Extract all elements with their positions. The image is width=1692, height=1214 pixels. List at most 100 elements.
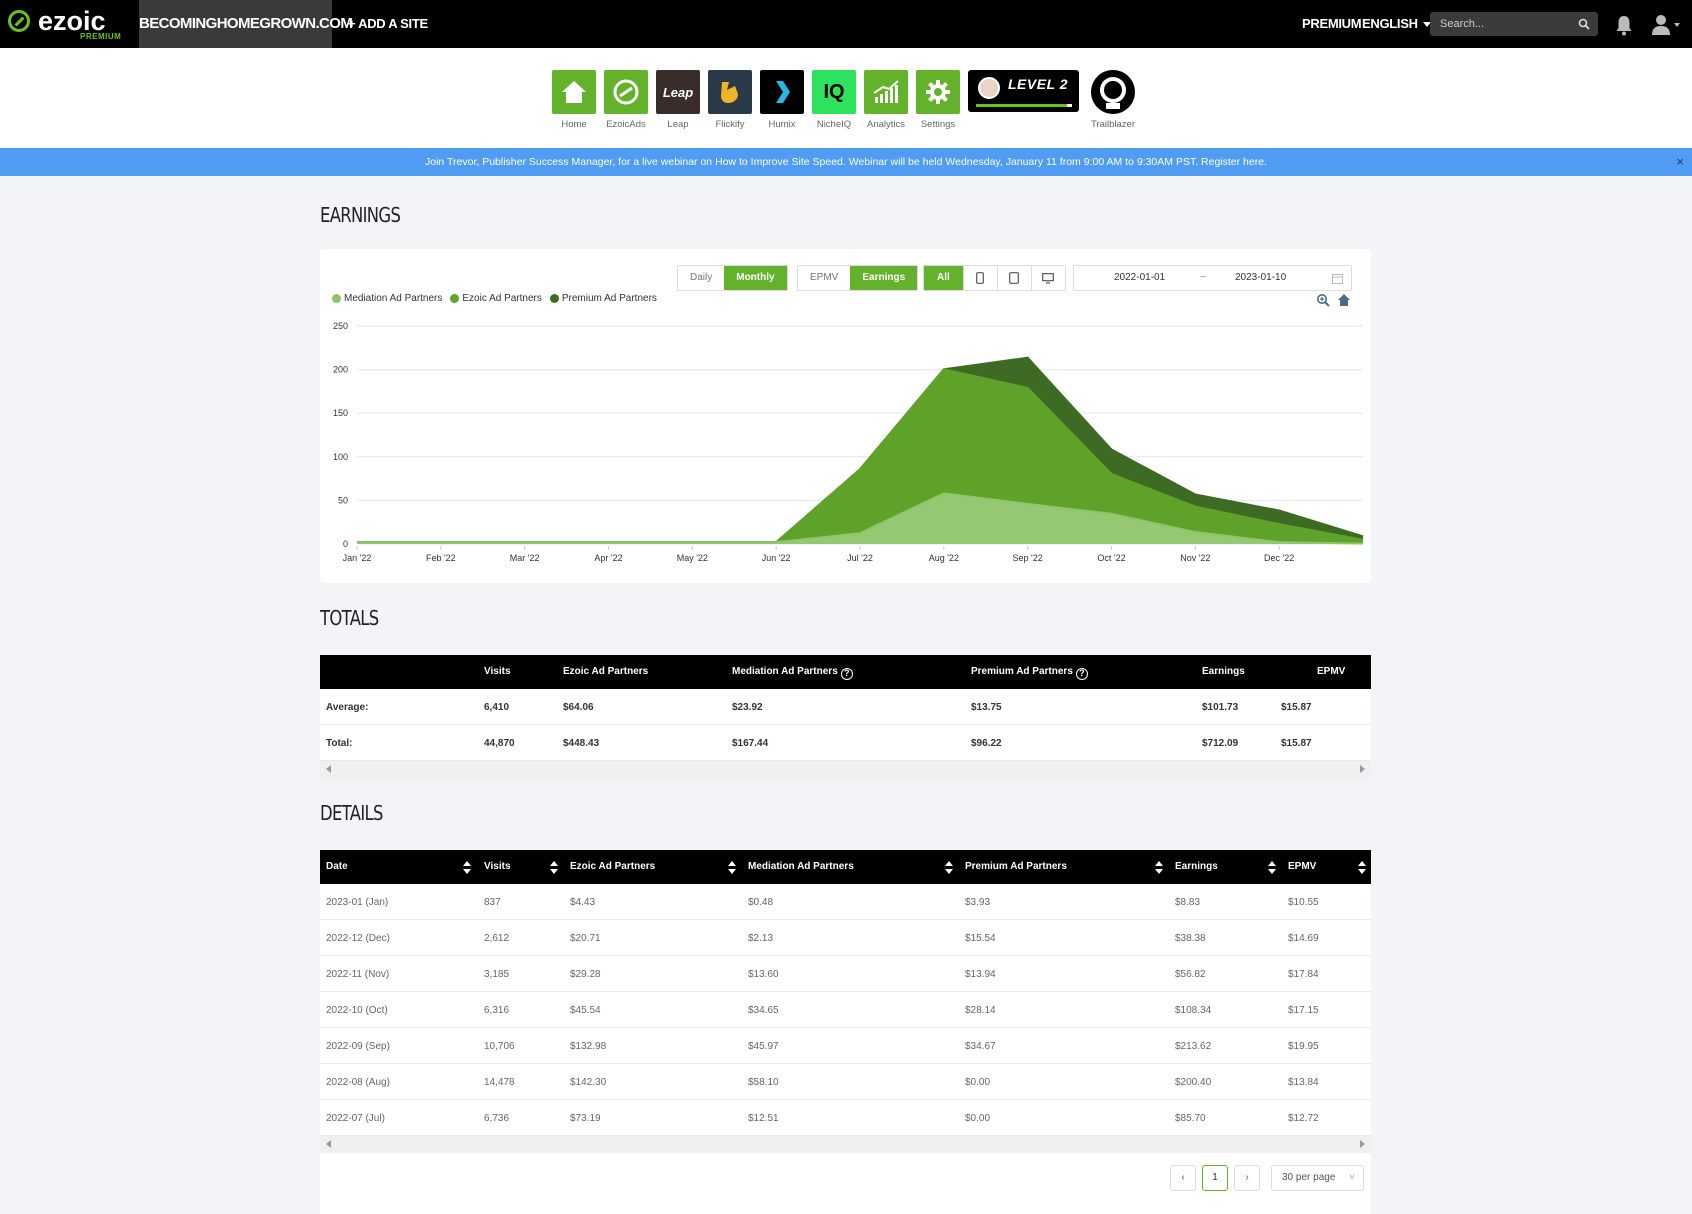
column-header: Mediation Ad Partners? [732,666,853,680]
table-cell: 6,410 [484,702,510,713]
app-settings[interactable]: Settings [915,70,961,130]
app-label: Trailblazer [1091,119,1135,130]
details-header-row: Date Visits Ezoic Ad Partners Mediation Ad … [320,850,1371,884]
per-page-label: 30 per page [1282,1172,1336,1183]
app-analytics[interactable]: Analytics [863,70,909,130]
app-nicheiq[interactable]: IQ NicheIQ [811,70,857,130]
table-cell: 2,612 [484,933,510,944]
horizontal-scrollbar[interactable] [320,761,1371,779]
column-header[interactable]: Premium Ad Partners [965,861,1067,872]
language-dropdown[interactable]: ENGLISH [1362,0,1431,48]
table-cell: $17.84 [1288,969,1319,980]
column-header[interactable]: Visits [484,861,511,872]
app-leap[interactable]: Leap Leap [655,70,701,130]
y-tick-label: 200 [333,365,348,375]
app-humix[interactable]: Humix [759,70,805,130]
sort-icon[interactable] [463,861,471,875]
ezoic-logo-icon [8,10,30,32]
scroll-right-icon[interactable] [1360,1140,1365,1148]
help-icon[interactable]: ? [840,668,853,680]
table-row: 2022-12 (Dec) 2,612 $20.71 $2.13 $15.54 $38.3… [320,920,1371,956]
column-header[interactable]: Ezoic Ad Partners [570,861,655,872]
table-cell: $14.69 [1288,933,1319,944]
table-cell: $3.93 [965,897,991,908]
level-text: LEVEL 2 [1008,76,1069,92]
y-tick-label: 100 [333,452,348,462]
x-tick-label: Nov '22 [1180,553,1210,563]
scroll-left-icon[interactable] [326,1140,331,1148]
table-row: 2022-09 (Sep) 10,706 $132.98 $45.97 $34.67 $2… [320,1028,1371,1064]
user-icon[interactable] [1651,14,1681,36]
column-header[interactable]: Earnings [1175,861,1218,872]
app-home[interactable]: Home [551,70,597,130]
banner-text: Join Trevor, Publisher Success Manager, … [425,156,1199,168]
leap-tile-text: Leap [662,84,694,100]
table-cell: $85.70 [1175,1113,1206,1124]
level-badge[interactable]: LEVEL 2 [968,70,1079,112]
column-header[interactable]: Date [326,861,348,872]
x-tick-label: Aug '22 [929,553,959,563]
table-cell: $132.98 [570,1041,607,1052]
table-cell: $2.13 [748,933,774,944]
table-cell: $13.94 [965,969,996,980]
table-cell: $13.75 [971,702,1002,713]
table-cell: $34.65 [748,1005,779,1016]
sort-icon[interactable] [1155,861,1163,875]
webinar-banner: Join Trevor, Publisher Success Manager, … [0,148,1692,176]
y-tick-label: 50 [338,495,348,505]
per-page-select[interactable]: 30 per page ˅ [1271,1165,1364,1191]
avatar [978,77,1000,99]
table-cell: 837 [484,897,501,908]
totals-body: Average: 6,410 $64.06 $23.92 $13.75 $101.73 $1… [320,689,1371,761]
close-icon[interactable]: × [1676,148,1684,176]
table-cell: 10,706 [484,1041,515,1052]
sort-icon[interactable] [550,861,558,875]
search-input[interactable] [1430,12,1570,36]
next-page-button[interactable]: › [1234,1165,1260,1191]
app-trailblazer[interactable]: Trailblazer [1089,70,1137,130]
scroll-left-icon[interactable] [326,765,331,773]
table-cell: $20.71 [570,933,601,944]
column-header[interactable]: EPMV [1288,861,1316,872]
horizontal-scrollbar[interactable] [320,1136,1371,1154]
column-header: Earnings [1202,666,1245,677]
sort-icon[interactable] [728,861,736,875]
app-flickify[interactable]: Flickify [707,70,753,130]
table-cell: $108.34 [1175,1005,1212,1016]
column-header[interactable]: Mediation Ad Partners [748,861,854,872]
table-cell: $13.60 [748,969,779,980]
chevron-down-icon: ˅ [1349,1172,1355,1183]
table-cell: $45.97 [748,1041,779,1052]
table-cell: $142.30 [570,1077,607,1088]
column-header-label: Premium Ad Partners [971,666,1073,677]
level-progress-fill [976,104,1068,107]
register-link[interactable]: Register here. [1201,156,1267,168]
sort-icon[interactable] [1268,861,1276,875]
help-icon[interactable]: ? [1075,668,1088,680]
column-header: Premium Ad Partners? [971,666,1088,680]
totals-table: Visits Ezoic Ad Partners Mediation Ad Pa… [320,655,1371,779]
ezoic-logo[interactable]: ezoic PREMIUM [8,6,138,42]
premium-link[interactable]: PREMIUM [1302,0,1362,48]
search-icon[interactable] [1578,18,1590,30]
sort-icon[interactable] [945,861,953,875]
app-label: Leap [667,119,689,130]
humix-icon [760,70,804,114]
x-tick-label: Sep '22 [1013,553,1043,563]
prev-page-button[interactable]: ‹ [1170,1165,1196,1191]
app-label: Home [561,119,587,130]
scroll-right-icon[interactable] [1360,765,1365,773]
bell-icon[interactable] [1614,14,1634,36]
table-cell: $15.87 [1281,738,1312,749]
ezoicads-icon [604,70,648,114]
sort-icon[interactable] [1358,861,1366,875]
details-title: DETAILS [320,801,383,825]
settings-icon [916,70,960,114]
app-ezoicads[interactable]: EzoicAds [603,70,649,130]
nicheiq-tile-text: IQ [823,80,845,103]
x-tick-label: Jul '22 [847,553,873,563]
column-header: EPMV [1317,666,1346,677]
page-1-button[interactable]: 1 [1202,1165,1228,1191]
add-site-link[interactable]: + ADD A SITE [348,0,428,48]
site-selector[interactable]: BECOMINGHOMEGROWN.COM [139,0,353,48]
